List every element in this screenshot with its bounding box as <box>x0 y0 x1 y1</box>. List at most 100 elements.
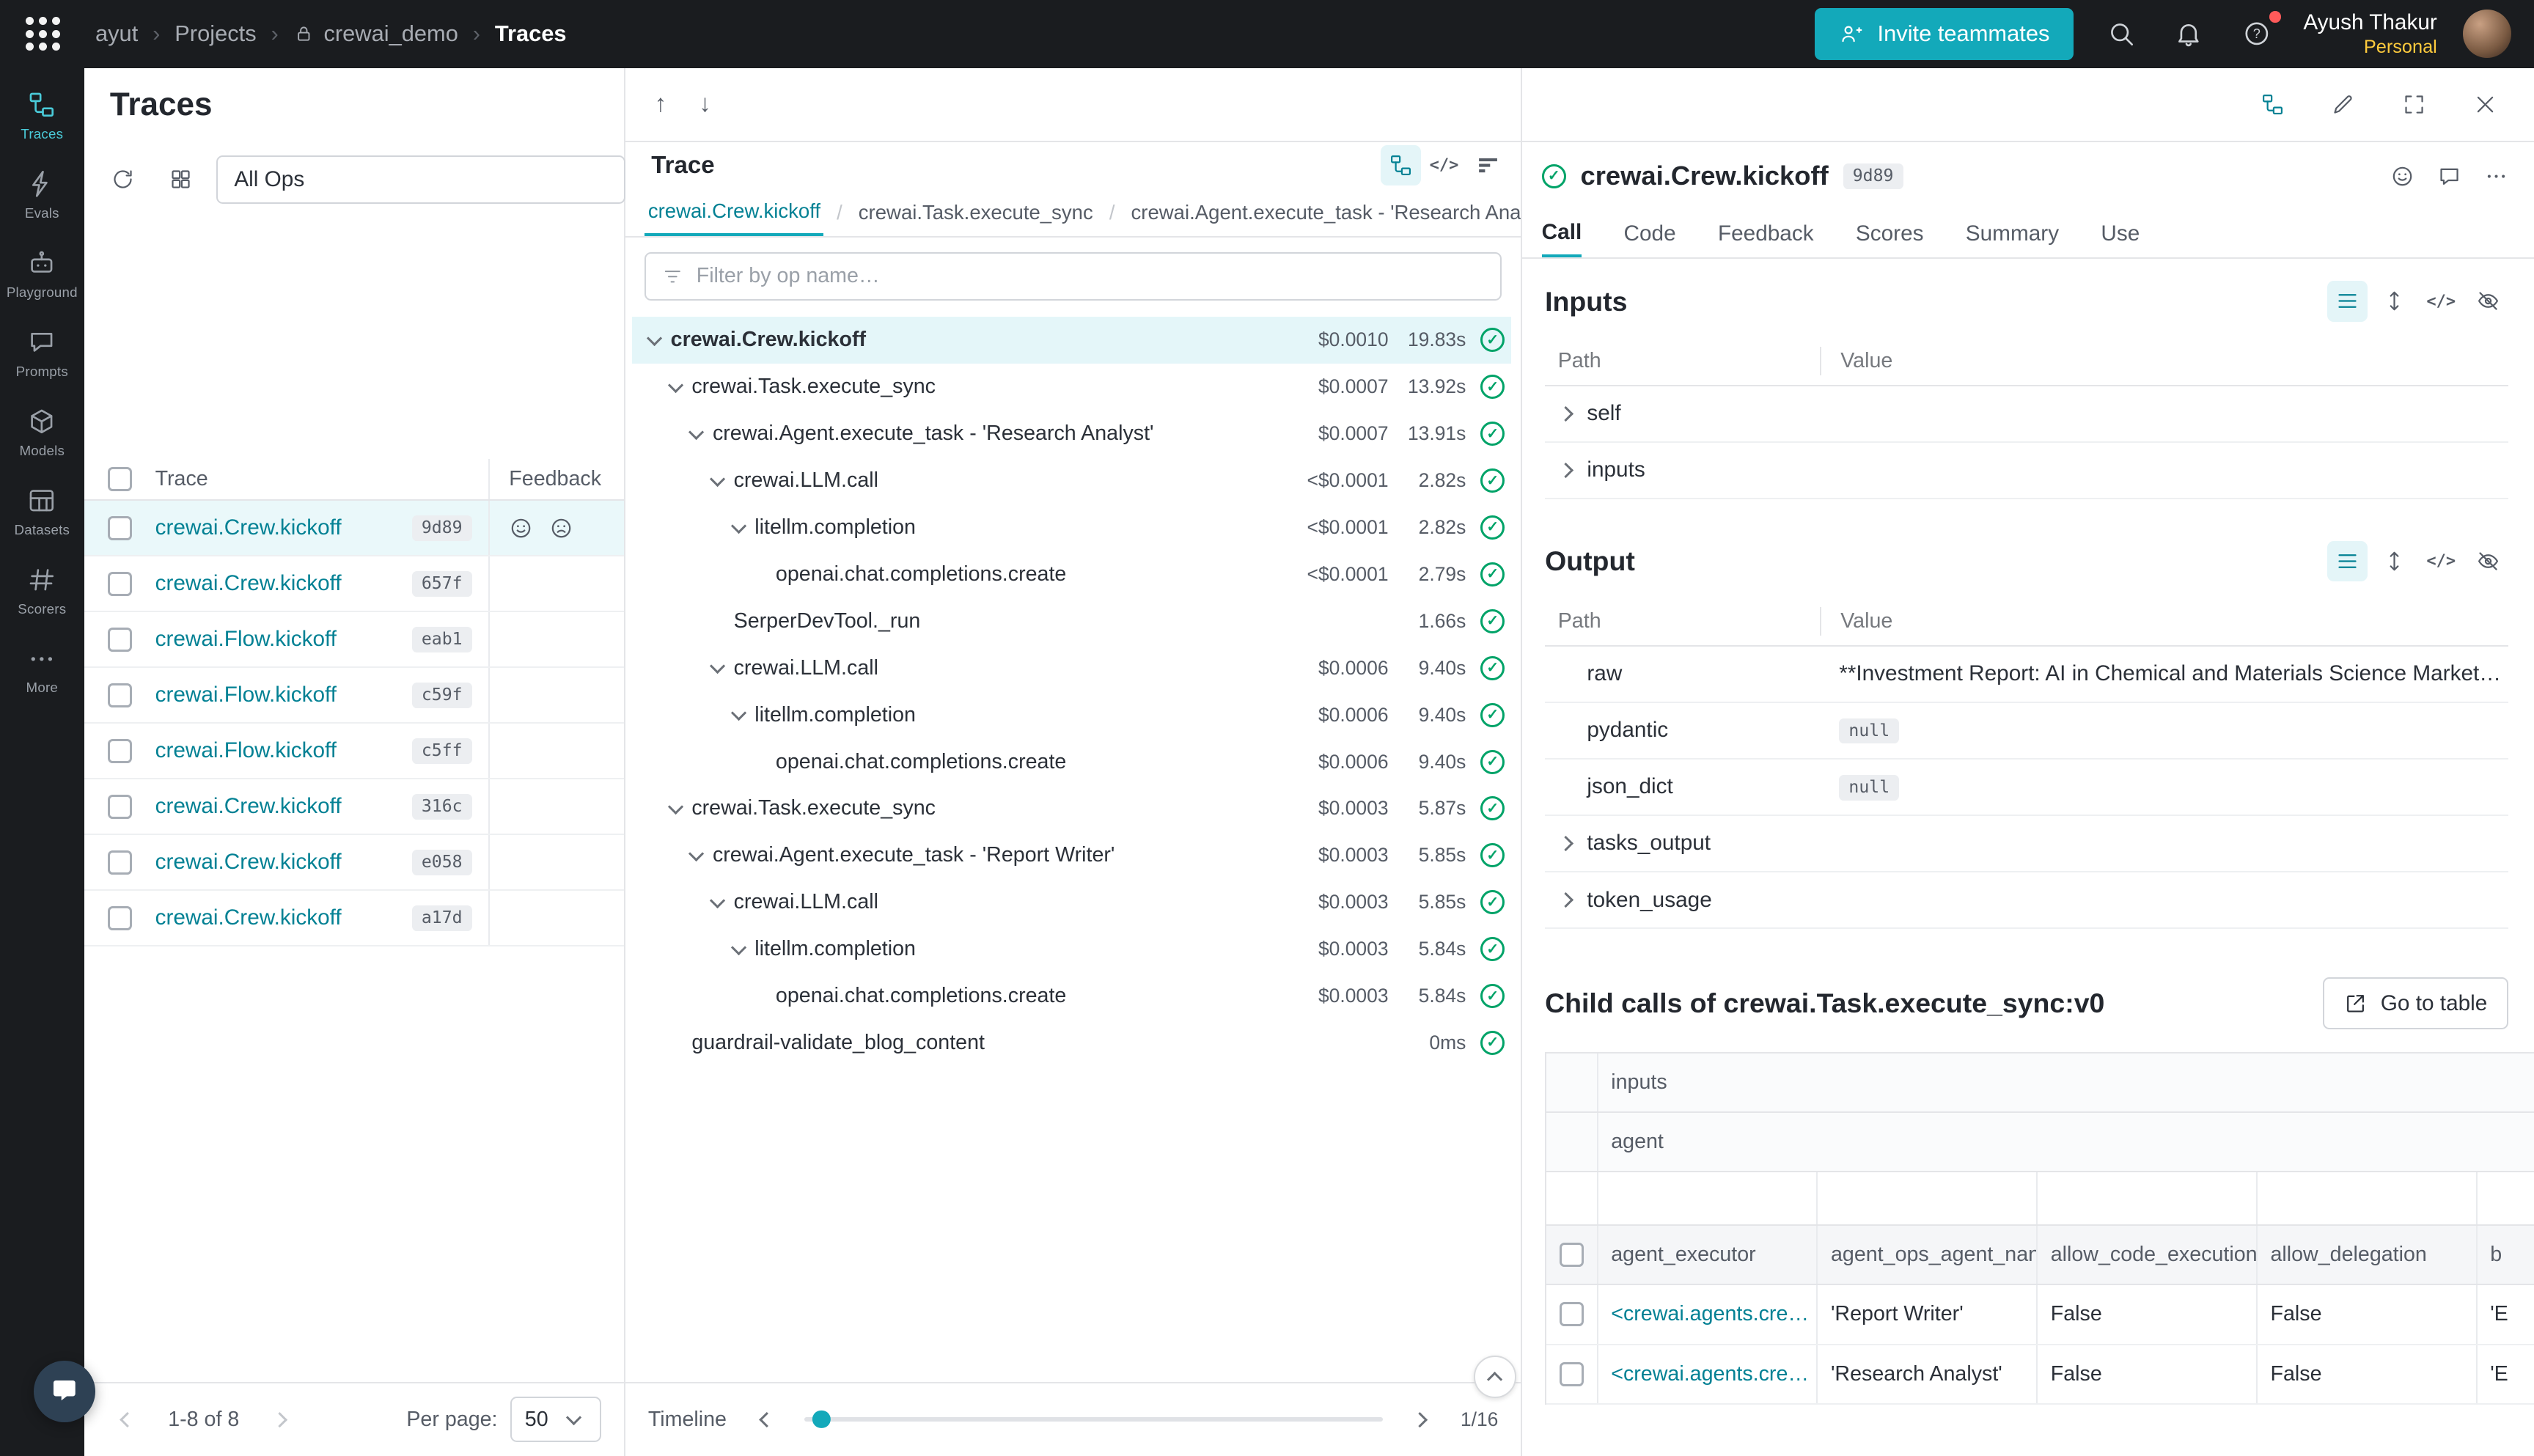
sidebar-item-more[interactable]: More <box>0 631 84 710</box>
column-settings-button[interactable] <box>158 157 204 202</box>
trace-link[interactable]: crewai.Crew.kickoff <box>155 794 342 819</box>
agent-executor-ref[interactable]: <crewai.agents.cre… <box>1598 1345 1818 1403</box>
path-tab[interactable]: crewai.Agent.execute_task - 'Research An… <box>1128 189 1521 236</box>
breadcrumb-project[interactable]: crewai_demo <box>293 21 458 47</box>
expandable-key[interactable]: inputs <box>1545 457 1820 483</box>
trace-tree-row[interactable]: crewai.LLM.call$0.00069.40s <box>632 644 1511 691</box>
tab-call[interactable]: Call <box>1542 210 1582 257</box>
table-row[interactable]: crewai.Flow.kickoffc5ff <box>84 724 624 779</box>
refresh-button[interactable] <box>100 157 146 202</box>
wandb-logo[interactable] <box>26 17 59 51</box>
timeline-slider-knob[interactable] <box>812 1411 830 1428</box>
trace-tree-row[interactable]: crewai.Agent.execute_task - 'Report Writ… <box>632 832 1511 879</box>
table-row[interactable]: <crewai.agents.cre… 'Report Writer' Fals… <box>1546 1285 2534 1345</box>
table-row[interactable]: crewai.Crew.kickoffe058 <box>84 835 624 891</box>
tab-feedback[interactable]: Feedback <box>1718 210 1814 257</box>
add-reaction-smiley-icon[interactable] <box>2390 164 2414 188</box>
chevron-down-icon[interactable] <box>705 468 730 493</box>
select-all-checkbox[interactable] <box>108 467 132 491</box>
column-header[interactable]: allow_code_execution <box>2038 1226 2258 1284</box>
next-call-arrow[interactable] <box>699 90 711 118</box>
row-checkbox[interactable] <box>108 572 132 596</box>
output-value-raw[interactable]: **Investment Report: AI in Chemical and … <box>1820 661 2508 686</box>
trace-tree-row[interactable]: crewai.Task.execute_sync$0.000713.92s <box>632 364 1511 411</box>
chevron-down-icon[interactable] <box>642 327 667 353</box>
trace-tree-row[interactable]: openai.chat.completions.create<$0.00012.… <box>632 551 1511 598</box>
trace-tree-row[interactable]: litellm.completion$0.00069.40s <box>632 691 1511 738</box>
overflow-menu-icon[interactable] <box>2484 164 2508 188</box>
comment-icon[interactable] <box>2437 164 2461 188</box>
chevron-down-icon[interactable] <box>726 936 752 962</box>
expand-rows-button[interactable] <box>2374 541 2414 581</box>
trace-tree-row[interactable]: SerperDevTool._run1.66s <box>632 598 1511 644</box>
code-view-button[interactable] <box>1424 145 1464 185</box>
row-checkbox[interactable] <box>108 906 132 930</box>
tree-toggle-button[interactable] <box>2250 81 2295 127</box>
sidebar-item-evals[interactable]: Evals <box>0 157 84 236</box>
notifications-bell-icon[interactable] <box>2167 13 2209 55</box>
sidebar-item-prompts[interactable]: Prompts <box>0 315 84 394</box>
trace-link[interactable]: crewai.Flow.kickoff <box>155 683 337 707</box>
row-checkbox[interactable] <box>1560 1302 1584 1326</box>
chevron-down-icon[interactable] <box>663 374 688 400</box>
sidebar-item-traces[interactable]: Traces <box>0 78 84 157</box>
close-icon[interactable] <box>2463 81 2508 127</box>
json-view-button[interactable] <box>2421 541 2461 581</box>
thumbs-frown-icon[interactable] <box>549 516 573 540</box>
column-header[interactable]: agent_executor <box>1598 1226 1818 1284</box>
trace-link[interactable]: crewai.Crew.kickoff <box>155 850 342 875</box>
path-tab[interactable]: crewai.Task.execute_sync <box>855 189 1096 236</box>
row-checkbox[interactable] <box>108 516 132 540</box>
tab-scores[interactable]: Scores <box>1856 210 1924 257</box>
trace-tree-row[interactable]: openai.chat.completions.create$0.00069.4… <box>632 738 1511 785</box>
row-checkbox[interactable] <box>108 739 132 763</box>
trace-tree-row[interactable]: litellm.completion<$0.00012.82s <box>632 504 1511 551</box>
trace-tree-row[interactable]: crewai.LLM.call<$0.00012.82s <box>632 457 1511 504</box>
tab-code[interactable]: Code <box>1624 210 1676 257</box>
table-row[interactable]: crewai.Crew.kickoff316c <box>84 779 624 835</box>
row-checkbox[interactable] <box>108 850 132 875</box>
agent-executor-ref[interactable]: <crewai.agents.cre… <box>1598 1285 1818 1343</box>
tab-summary[interactable]: Summary <box>1966 210 2059 257</box>
avatar[interactable] <box>2463 10 2511 58</box>
trace-link[interactable]: crewai.Crew.kickoff <box>155 905 342 930</box>
prev-call-arrow[interactable] <box>655 90 667 118</box>
user-menu[interactable]: Ayush Thakur Personal <box>2303 10 2436 58</box>
hide-values-eye-icon[interactable] <box>2468 281 2508 321</box>
trace-tree-row[interactable]: crewai.Crew.kickoff$0.001019.83s <box>632 317 1511 364</box>
chevron-down-icon[interactable] <box>705 655 730 681</box>
list-view-button[interactable] <box>2327 541 2368 581</box>
breadcrumb-page[interactable]: Traces <box>495 21 567 47</box>
row-checkbox[interactable] <box>1560 1362 1584 1386</box>
chevron-down-icon[interactable] <box>663 795 688 821</box>
expandable-key[interactable]: token_usage <box>1545 887 1820 913</box>
tab-use[interactable]: Use <box>2101 210 2140 257</box>
op-name-filter-input[interactable] <box>697 264 1484 288</box>
breadcrumb-projects[interactable]: Projects <box>175 21 256 47</box>
select-all-checkbox[interactable] <box>1560 1243 1584 1267</box>
tree-view-button[interactable] <box>1381 145 1421 185</box>
trace-tree-row[interactable]: crewai.LLM.call$0.00035.85s <box>632 879 1511 926</box>
thumbs-smiley-icon[interactable] <box>509 516 533 540</box>
help-icon[interactable]: ? <box>2236 13 2277 55</box>
flamegraph-view-button[interactable] <box>1468 145 1508 185</box>
chevron-down-icon[interactable] <box>683 842 709 868</box>
expandable-key[interactable]: self <box>1545 401 1820 427</box>
fullscreen-icon[interactable] <box>2392 81 2437 127</box>
list-view-button[interactable] <box>2327 281 2368 321</box>
op-filter-select[interactable]: All Ops <box>216 155 625 204</box>
hide-values-eye-icon[interactable] <box>2468 541 2508 581</box>
trace-link[interactable]: crewai.Crew.kickoff <box>155 515 342 540</box>
timeline-next-button[interactable] <box>1403 1400 1442 1439</box>
chevron-down-icon[interactable] <box>726 515 752 540</box>
table-row[interactable]: crewai.Flow.kickoffc59f <box>84 668 624 724</box>
timeline-slider[interactable] <box>804 1417 1383 1422</box>
chat-launcher-button[interactable] <box>34 1361 95 1422</box>
search-icon[interactable] <box>2100 13 2142 55</box>
column-header[interactable]: b <box>2478 1226 2534 1284</box>
path-tab-active[interactable]: crewai.Crew.kickoff <box>644 189 823 236</box>
json-view-button[interactable] <box>2421 281 2461 321</box>
trace-link[interactable]: crewai.Crew.kickoff <box>155 571 342 596</box>
table-row[interactable]: crewai.Flow.kickoffeab1 <box>84 612 624 668</box>
table-row[interactable]: crewai.Crew.kickoffa17d <box>84 891 624 946</box>
